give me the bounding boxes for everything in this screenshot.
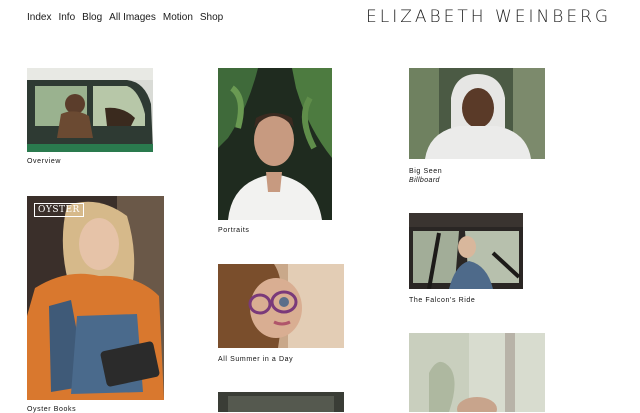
nav-motion[interactable]: Motion bbox=[163, 12, 193, 23]
nav-blog[interactable]: Blog bbox=[82, 12, 102, 23]
overview-photo bbox=[27, 68, 153, 152]
gallery-tile-window[interactable] bbox=[409, 333, 545, 412]
big-seen-photo bbox=[409, 68, 545, 159]
caption-portraits: Portraits bbox=[218, 227, 250, 234]
main-nav: Index Info Blog All Images Motion Shop bbox=[27, 12, 223, 23]
caption-overview: Overview bbox=[27, 158, 61, 165]
caption-summer: All Summer in a Day bbox=[218, 356, 294, 363]
gallery-tile-portraits[interactable]: Portraits bbox=[218, 68, 332, 238]
nav-all-images[interactable]: All Images bbox=[109, 12, 156, 23]
window-photo bbox=[409, 333, 545, 412]
gallery-tile-oyster[interactable]: OYSTER Oyster Books bbox=[27, 196, 164, 413]
site-logo[interactable]: ELIZABETH WEINBERG bbox=[366, 7, 611, 27]
falcon-photo bbox=[409, 213, 523, 289]
gallery-tile-next[interactable] bbox=[218, 392, 344, 412]
next-photo bbox=[218, 392, 344, 412]
oyster-photo: OYSTER bbox=[27, 196, 164, 400]
caption-falcon: The Falcon's Ride bbox=[409, 297, 476, 304]
gallery-tile-falcon[interactable]: The Falcon's Ride bbox=[409, 213, 523, 309]
summer-photo bbox=[218, 264, 344, 348]
gallery-tile-big-seen[interactable]: Big Seen Billboard bbox=[409, 68, 545, 186]
gallery-tile-overview[interactable]: Overview bbox=[27, 68, 153, 168]
portraits-photo bbox=[218, 68, 332, 220]
gallery-tile-summer[interactable]: All Summer in a Day bbox=[218, 264, 344, 368]
nav-info[interactable]: Info bbox=[58, 12, 75, 23]
oyster-badge: OYSTER bbox=[34, 203, 84, 217]
nav-index[interactable]: Index bbox=[27, 12, 51, 23]
nav-shop[interactable]: Shop bbox=[200, 12, 223, 23]
subcaption-big-seen: Billboard bbox=[409, 177, 440, 184]
caption-big-seen: Big Seen bbox=[409, 168, 443, 175]
